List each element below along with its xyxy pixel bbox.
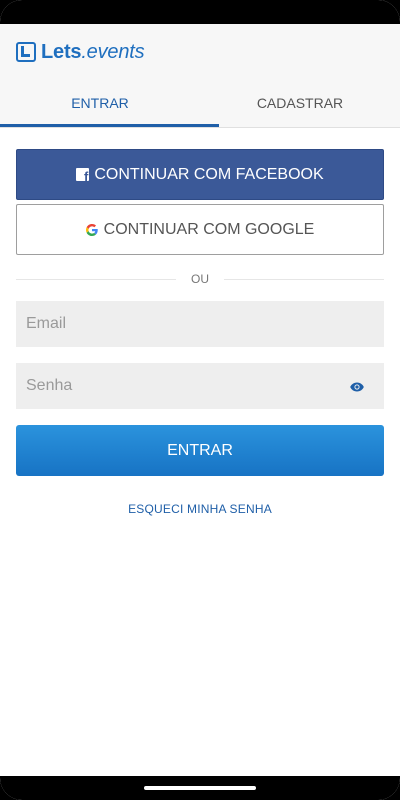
- or-divider: OU: [16, 271, 384, 287]
- forgot-password-link[interactable]: ESQUECI MINHA SENHA: [0, 502, 400, 516]
- home-indicator[interactable]: [144, 786, 256, 790]
- divider-text: OU: [191, 272, 209, 286]
- status-bar: [0, 0, 400, 24]
- login-button[interactable]: ENTRAR: [16, 425, 384, 476]
- continue-with-facebook-button[interactable]: CONTINUAR COM FACEBOOK: [16, 149, 384, 200]
- auth-tabs: ENTRAR CADASTRAR: [0, 80, 400, 128]
- email-input[interactable]: [24, 314, 376, 334]
- login-button-label: ENTRAR: [167, 441, 233, 459]
- tab-cadastrar[interactable]: CADASTRAR: [200, 80, 400, 127]
- active-tab-indicator: [0, 124, 219, 127]
- password-input[interactable]: [24, 376, 376, 396]
- logo-text-bold: Lets: [41, 40, 82, 63]
- continue-with-google-button[interactable]: CONTINUAR COM GOOGLE: [16, 204, 384, 255]
- app-logo: Lets.events: [16, 40, 145, 64]
- login-screen: Lets.events ENTRAR CADASTRAR CONTINUAR C…: [0, 0, 400, 800]
- logo-text: Lets.events: [41, 40, 145, 64]
- logo-text-italic: .events: [81, 40, 145, 63]
- tab-entrar[interactable]: ENTRAR: [0, 80, 200, 127]
- facebook-icon: [76, 168, 90, 181]
- email-field: [16, 301, 384, 347]
- logo-icon: [16, 42, 36, 62]
- password-field: [16, 363, 384, 409]
- facebook-button-label: CONTINUAR COM FACEBOOK: [94, 165, 324, 183]
- google-icon: [85, 223, 98, 236]
- app-header: Lets.events: [0, 24, 400, 80]
- google-button-label: CONTINUAR COM GOOGLE: [103, 220, 315, 238]
- eye-icon[interactable]: [350, 379, 364, 397]
